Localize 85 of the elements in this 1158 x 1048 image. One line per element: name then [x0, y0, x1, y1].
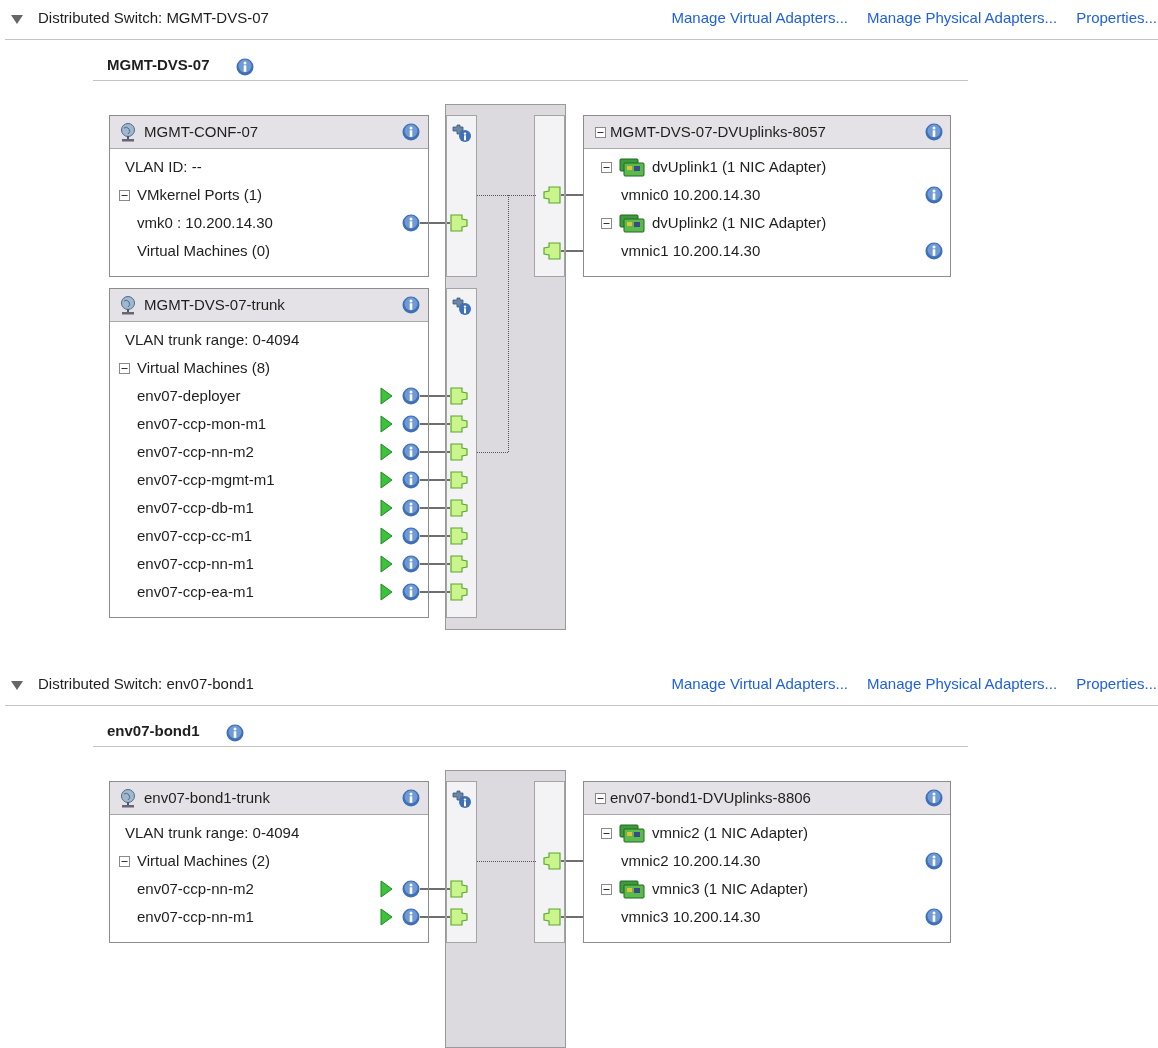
- adapter-label[interactable]: vmnic3 10.200.14.30: [621, 905, 925, 929]
- action-link[interactable]: Properties...: [1076, 7, 1157, 30]
- info-icon[interactable]: [402, 443, 420, 461]
- expander-icon[interactable]: [601, 883, 612, 895]
- info-icon[interactable]: [402, 296, 420, 314]
- expander-icon[interactable]: [601, 217, 612, 229]
- network-card-icon: [619, 823, 645, 843]
- vlan-label: VLAN trunk range: 0-4094: [125, 329, 300, 350]
- port-group-name: MGMT-CONF-07: [144, 121, 260, 142]
- vlan-label: VLAN ID: --: [125, 156, 202, 177]
- expander-icon[interactable]: [595, 126, 606, 138]
- adapter-label[interactable]: vmnic2 10.200.14.30: [621, 849, 925, 873]
- info-icon[interactable]: [402, 880, 420, 898]
- expander-icon[interactable]: [595, 792, 606, 804]
- uplink-label[interactable]: dvUplink1 (1 NIC Adapter): [652, 155, 827, 179]
- globe-stand-icon: [118, 122, 138, 142]
- uplink-label[interactable]: dvUplink2 (1 NIC Adapter): [652, 211, 827, 235]
- action-link[interactable]: Manage Physical Adapters...: [867, 7, 1058, 30]
- info-icon[interactable]: [925, 242, 943, 260]
- tree-item-label[interactable]: Virtual Machines (8): [137, 356, 271, 380]
- vlan-label: VLAN trunk range: 0-4094: [125, 822, 300, 843]
- network-card-icon: [619, 157, 645, 177]
- info-icon[interactable]: [402, 583, 420, 601]
- gear-info-icon[interactable]: [450, 122, 473, 143]
- vm-name[interactable]: env07-ccp-mon-m1: [137, 412, 380, 436]
- info-icon[interactable]: [925, 789, 943, 807]
- network-card-icon: [619, 879, 645, 899]
- uplink-label[interactable]: vmnic2 (1 NIC Adapter): [652, 821, 808, 845]
- info-icon[interactable]: [402, 527, 420, 545]
- vm-name[interactable]: env07-ccp-nn-m2: [137, 877, 380, 901]
- vm-name[interactable]: env07-ccp-nn-m1: [137, 905, 380, 929]
- info-icon[interactable]: [925, 123, 943, 141]
- vm-name[interactable]: env07-ccp-nn-m1: [137, 552, 380, 576]
- adapter-label[interactable]: vmnic1 10.200.14.30: [621, 239, 925, 263]
- port-group-name: MGMT-DVS-07-trunk: [144, 294, 286, 315]
- globe-stand-icon: [118, 788, 138, 808]
- info-icon[interactable]: [402, 214, 420, 232]
- action-link[interactable]: Manage Virtual Adapters...: [671, 7, 848, 30]
- info-icon[interactable]: [402, 471, 420, 489]
- vm-name[interactable]: env07-ccp-ea-m1: [137, 580, 380, 604]
- network-card-icon: [619, 213, 645, 233]
- adapter-label[interactable]: vmnic0 10.200.14.30: [621, 183, 925, 207]
- action-link[interactable]: Manage Physical Adapters...: [867, 673, 1058, 696]
- tree-item-label[interactable]: Virtual Machines (2): [137, 849, 271, 873]
- uplink-group-name: MGMT-DVS-07-DVUplinks-8057: [610, 121, 827, 142]
- info-icon[interactable]: [402, 387, 420, 405]
- info-icon[interactable]: [402, 789, 420, 807]
- vm-name[interactable]: env07-ccp-db-m1: [137, 496, 380, 520]
- dotted-connector: [477, 860, 536, 862]
- vm-name[interactable]: env07-ccp-cc-m1: [137, 524, 380, 548]
- info-icon[interactable]: [402, 555, 420, 573]
- info-icon[interactable]: [235, 58, 254, 76]
- info-icon[interactable]: [225, 724, 244, 742]
- disclosure-triangle-icon[interactable]: [11, 678, 23, 691]
- tree-item-label[interactable]: Virtual Machines (0): [137, 239, 271, 263]
- info-icon[interactable]: [402, 123, 420, 141]
- vm-name[interactable]: env07-ccp-nn-m2: [137, 440, 380, 464]
- expander-icon[interactable]: [119, 189, 130, 201]
- uplink-label[interactable]: vmnic3 (1 NIC Adapter): [652, 877, 808, 901]
- action-link[interactable]: Manage Virtual Adapters...: [671, 673, 848, 696]
- action-link[interactable]: Properties...: [1076, 673, 1157, 696]
- info-icon[interactable]: [925, 852, 943, 870]
- disclosure-triangle-icon[interactable]: [11, 12, 23, 25]
- gear-info-icon[interactable]: [450, 788, 473, 809]
- switch-name: env07-bond1: [107, 720, 200, 741]
- info-icon[interactable]: [925, 186, 943, 204]
- switch-name: MGMT-DVS-07: [107, 54, 210, 75]
- expander-icon[interactable]: [119, 362, 130, 374]
- port-group-name: env07-bond1-trunk: [144, 787, 271, 808]
- vm-name[interactable]: env07-deployer: [137, 384, 380, 408]
- expander-icon[interactable]: [119, 855, 130, 867]
- vm-name[interactable]: env07-ccp-mgmt-m1: [137, 468, 380, 492]
- info-icon[interactable]: [402, 908, 420, 926]
- uplink-group-name: env07-bond1-DVUplinks-8806: [610, 787, 812, 808]
- expander-icon[interactable]: [601, 827, 612, 839]
- tree-item-label[interactable]: VMkernel Ports (1): [137, 183, 263, 207]
- info-icon[interactable]: [402, 499, 420, 517]
- expander-icon[interactable]: [601, 161, 612, 173]
- globe-stand-icon: [118, 295, 138, 315]
- gear-info-icon[interactable]: [450, 295, 473, 316]
- section-title: Distributed Switch: MGMT-DVS-07: [38, 8, 270, 29]
- vmkernel-port-label[interactable]: vmk0 : 10.200.14.30: [137, 211, 402, 235]
- info-icon[interactable]: [402, 415, 420, 433]
- info-icon[interactable]: [925, 908, 943, 926]
- section-title: Distributed Switch: env07-bond1: [38, 674, 255, 695]
